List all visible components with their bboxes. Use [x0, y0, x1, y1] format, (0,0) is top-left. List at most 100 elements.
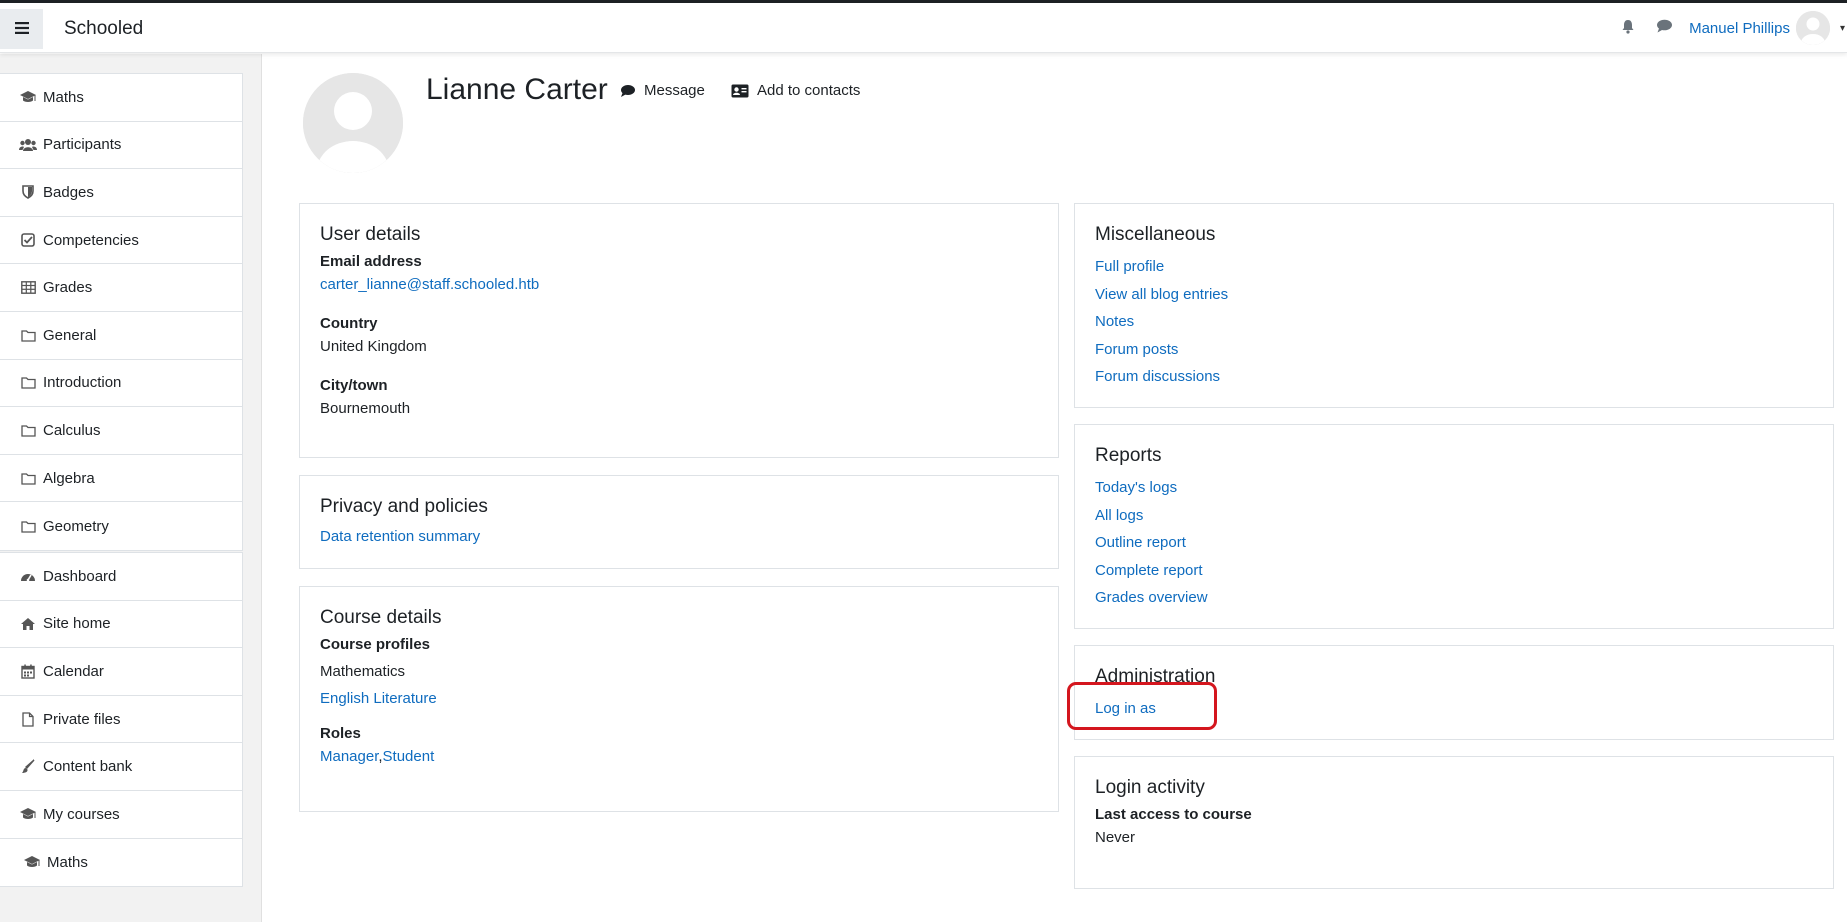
caret-down-icon[interactable]: ▾ — [1840, 23, 1845, 34]
menu-toggle-button[interactable] — [0, 9, 43, 49]
sidebar-item-participants[interactable]: Participants — [0, 122, 242, 170]
reports-card: Reports Today's logs All logs Outline re… — [1074, 424, 1834, 629]
last-access-label: Last access to course — [1095, 806, 1252, 823]
forum-posts-link[interactable]: Forum posts — [1095, 336, 1813, 364]
sidebar-item-label: Calculus — [43, 421, 101, 439]
card-title: Reports — [1095, 445, 1162, 466]
page-title: Lianne Carter — [426, 73, 608, 106]
grades-overview-link[interactable]: Grades overview — [1095, 584, 1813, 612]
sidebar-item-my-courses[interactable]: My courses — [0, 791, 242, 839]
chat-icon — [620, 84, 636, 98]
city-value: Bournemouth — [320, 400, 411, 417]
user-menu-name[interactable]: Manuel Phillips — [1689, 20, 1790, 37]
email-link[interactable]: carter_lianne@staff.schooled.htb — [320, 276, 539, 293]
users-icon — [19, 136, 37, 154]
login-activity-card: Login activity Last access to course Nev… — [1074, 756, 1834, 889]
sidebar-item-badges[interactable]: Badges — [0, 169, 242, 217]
sidebar-item-private-files[interactable]: Private files — [0, 696, 242, 744]
card-title: Course details — [320, 607, 442, 628]
sidebar-item-algebra[interactable]: Algebra — [0, 455, 242, 503]
sidebar-item-label: Maths — [47, 853, 88, 871]
notes-link[interactable]: Notes — [1095, 308, 1813, 336]
city-label: City/town — [320, 377, 388, 394]
miscellaneous-card: Miscellaneous Full profile View all blog… — [1074, 203, 1834, 408]
add-to-contacts-button[interactable]: Add to contacts — [731, 82, 860, 99]
sidebar-item-content-bank[interactable]: Content bank — [0, 743, 242, 791]
blog-entries-link[interactable]: View all blog entries — [1095, 281, 1813, 309]
chat-icon — [1656, 19, 1673, 37]
last-access-value: Never — [1095, 829, 1136, 846]
user-details-card: User details Email address carter_lianne… — [299, 203, 1059, 458]
role-manager-link[interactable]: Manager — [320, 748, 378, 765]
folder-icon — [19, 326, 37, 344]
data-retention-link[interactable]: Data retention summary — [320, 528, 1038, 545]
brush-icon — [19, 758, 37, 776]
calendar-icon — [19, 662, 37, 680]
sidebar-item-label: Introduction — [43, 374, 122, 392]
log-in-as-link[interactable]: Log in as — [1095, 695, 1813, 723]
site-brand[interactable]: Schooled — [64, 18, 143, 40]
sidebar-item-maths[interactable]: Maths — [0, 74, 242, 122]
sidebar-item-label: Dashboard — [43, 567, 117, 585]
check-square-icon — [19, 231, 37, 249]
all-logs-link[interactable]: All logs — [1095, 502, 1813, 530]
sidebar-item-label: Calendar — [43, 662, 104, 680]
sidebar-item-competencies[interactable]: Competencies — [0, 217, 242, 265]
address-card-icon — [731, 84, 749, 98]
sidebar-item-label: Site home — [43, 615, 111, 633]
graduation-cap-icon — [19, 88, 37, 106]
todays-logs-link[interactable]: Today's logs — [1095, 474, 1813, 502]
graduation-cap-icon — [19, 805, 37, 823]
email-label: Email address — [320, 253, 422, 270]
complete-report-link[interactable]: Complete report — [1095, 557, 1813, 585]
sidebar-item-maths-course[interactable]: Maths — [0, 839, 242, 887]
sidebar-item-calendar[interactable]: Calendar — [0, 648, 242, 696]
sidebar-item-label: Geometry — [43, 517, 109, 535]
outline-report-link[interactable]: Outline report — [1095, 529, 1813, 557]
sidebar-item-geometry[interactable]: Geometry — [0, 502, 242, 550]
full-profile-link[interactable]: Full profile — [1095, 253, 1813, 281]
country-label: Country — [320, 315, 378, 332]
role-student-link[interactable]: Student — [383, 748, 435, 765]
sidebar-item-label: Participants — [43, 136, 122, 154]
navbar-user-area: Manuel Phillips ▾ — [1613, 11, 1847, 45]
site-nav-group: Dashboard Site home Calendar Private fil… — [0, 552, 243, 888]
sidebar-item-site-home[interactable]: Site home — [0, 601, 242, 649]
profile-picture — [303, 73, 403, 173]
sidebar-item-introduction[interactable]: Introduction — [0, 360, 242, 408]
messages-button[interactable] — [1649, 13, 1679, 43]
sidebar-item-general[interactable]: General — [0, 312, 242, 360]
roles-label: Roles — [320, 725, 361, 742]
message-button[interactable]: Message — [620, 82, 705, 99]
menu-icon — [14, 21, 29, 38]
sidebar-item-label: Algebra — [43, 469, 95, 487]
course-profile-english-link[interactable]: English Literature — [320, 690, 437, 707]
table-icon — [19, 279, 37, 297]
user-avatar[interactable] — [1795, 11, 1830, 45]
folder-icon — [19, 517, 37, 535]
sidebar-item-label: Competencies — [43, 231, 139, 249]
top-navbar: Schooled Manuel Phillips ▾ — [0, 3, 1847, 53]
sidebar-item-grades[interactable]: Grades — [0, 264, 242, 312]
course-profile-mathematics: Mathematics — [320, 663, 406, 680]
card-title: Miscellaneous — [1095, 224, 1216, 245]
card-title: Privacy and policies — [320, 496, 488, 517]
forum-discussions-link[interactable]: Forum discussions — [1095, 363, 1813, 391]
course-profiles-label: Course profiles — [320, 636, 431, 653]
sidebar-item-label: Content bank — [43, 758, 133, 776]
file-icon — [19, 710, 37, 728]
sidebar-item-label: My courses — [43, 805, 120, 823]
privacy-card: Privacy and policies Data retention summ… — [299, 475, 1059, 569]
message-label: Message — [644, 82, 705, 99]
home-icon — [19, 615, 37, 633]
sidebar-item-label: Maths — [43, 88, 84, 106]
card-title: User details — [320, 224, 421, 245]
card-title: Login activity — [1095, 777, 1205, 798]
sidebar-item-label: Badges — [43, 183, 94, 201]
sidebar-item-label: General — [43, 326, 97, 344]
sidebar-item-dashboard[interactable]: Dashboard — [0, 553, 242, 601]
folder-icon — [19, 469, 37, 487]
notifications-button[interactable] — [1613, 13, 1643, 43]
dashboard-icon — [19, 567, 37, 585]
sidebar-item-calculus[interactable]: Calculus — [0, 407, 242, 455]
